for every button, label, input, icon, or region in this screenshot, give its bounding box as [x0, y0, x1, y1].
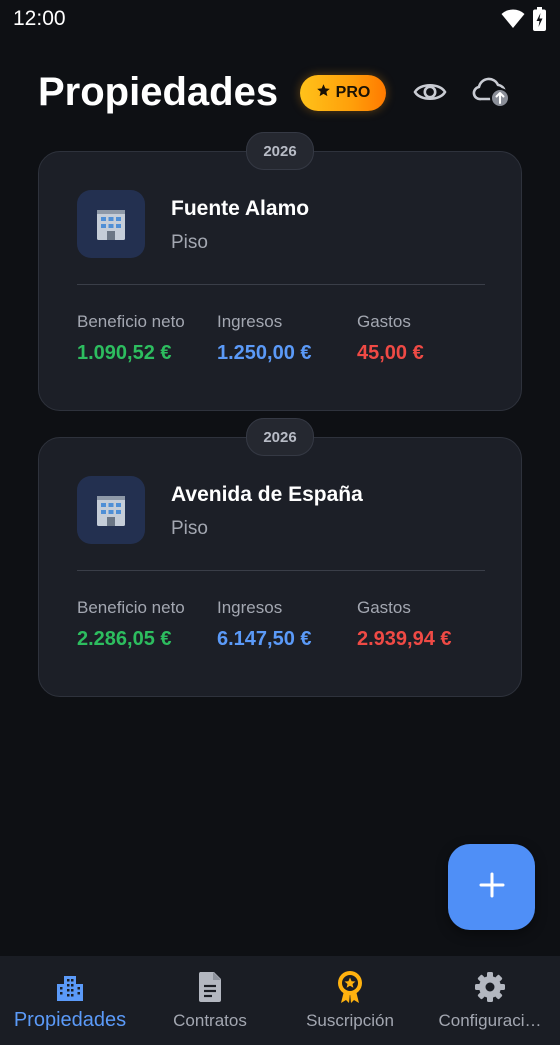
property-name: Fuente Alamo — [171, 197, 310, 220]
expenses-label: Gastos — [357, 598, 411, 617]
net-profit-value: 2.286,05 € — [77, 628, 172, 650]
property-type: Piso — [171, 232, 208, 253]
expenses-stat: Gastos 2.939,94 € — [357, 598, 452, 651]
nav-item-subscription[interactable]: Suscripción — [280, 956, 420, 1045]
nav-label: Contratos — [173, 1011, 247, 1030]
cloud-backup-button[interactable] — [472, 74, 512, 115]
nav-item-settings[interactable]: Configuraci… — [420, 956, 560, 1045]
net-profit-stat: Beneficio neto 2.286,05 € — [77, 598, 185, 651]
pro-badge[interactable]: PRO — [300, 75, 386, 111]
year-chip: 2026 — [246, 418, 314, 456]
card-divider — [77, 570, 485, 571]
income-value: 6.147,50 € — [217, 628, 312, 650]
income-label: Ingresos — [217, 598, 283, 617]
expenses-label: Gastos — [357, 312, 411, 331]
status-time: 12:00 — [13, 7, 66, 30]
income-value: 1.250,00 € — [217, 342, 312, 364]
page-title: Propiedades — [38, 70, 279, 114]
expenses-value: 45,00 € — [357, 342, 424, 364]
property-card-body[interactable]: Fuente Alamo Piso Beneficio neto 1.090,5… — [38, 151, 522, 411]
award-badge-icon — [336, 970, 364, 1004]
cloud-upload-icon — [472, 74, 512, 115]
visibility-toggle-button[interactable] — [412, 76, 448, 112]
eye-icon — [413, 80, 447, 109]
status-icons — [501, 7, 546, 36]
card-divider — [77, 284, 485, 285]
net-profit-value: 1.090,52 € — [77, 342, 172, 364]
gear-icon — [474, 970, 506, 1004]
property-name: Avenida de España — [171, 483, 363, 506]
nav-item-properties[interactable]: Propiedades — [0, 956, 140, 1045]
income-label: Ingresos — [217, 312, 283, 331]
battery-icon — [533, 7, 546, 36]
year-chip: 2026 — [246, 132, 314, 170]
status-bar: 12:00 — [0, 0, 560, 40]
property-card-body[interactable]: Avenida de España Piso Beneficio neto 2.… — [38, 437, 522, 697]
office-building-icon — [77, 476, 145, 544]
net-profit-label: Beneficio neto — [77, 598, 185, 617]
nav-label: Suscripción — [306, 1011, 394, 1030]
buildings-icon — [54, 970, 86, 1004]
net-profit-stat: Beneficio neto 1.090,52 € — [77, 312, 185, 365]
office-building-icon — [77, 190, 145, 258]
pro-label: PRO — [335, 84, 371, 101]
net-profit-label: Beneficio neto — [77, 312, 185, 331]
wifi-icon — [501, 9, 525, 34]
plus-icon — [479, 872, 505, 903]
document-icon — [197, 970, 223, 1004]
expenses-value: 2.939,94 € — [357, 628, 452, 650]
header: Propiedades PRO — [0, 60, 560, 130]
income-stat: Ingresos 6.147,50 € — [217, 598, 312, 651]
income-stat: Ingresos 1.250,00 € — [217, 312, 312, 365]
bottom-nav: Propiedades Contratos Suscripción Config… — [0, 956, 560, 1045]
add-property-button[interactable] — [448, 844, 535, 930]
expenses-stat: Gastos 45,00 € — [357, 312, 424, 365]
nav-label: Configuraci… — [438, 1011, 542, 1030]
nav-item-contracts[interactable]: Contratos — [140, 956, 280, 1045]
star-icon — [316, 83, 331, 103]
nav-label: Propiedades — [13, 1009, 127, 1031]
property-type: Piso — [171, 518, 208, 539]
